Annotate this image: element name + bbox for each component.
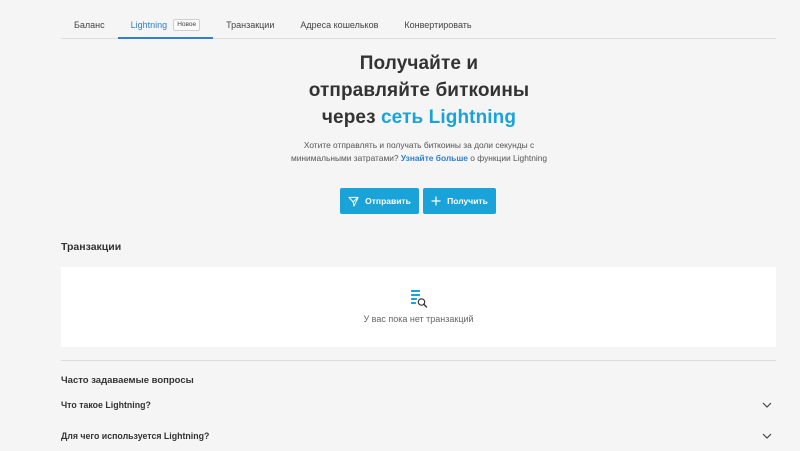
faq-title: Часто задаваемые вопросы [61, 375, 194, 386]
new-badge: Новое [173, 19, 201, 31]
learn-more-link[interactable]: Узнайте больше [401, 153, 468, 163]
empty-transactions-icon [411, 290, 428, 308]
hero-title-line: через сеть Lightning [250, 104, 588, 131]
hero-title-prefix: через [321, 107, 381, 128]
tab-label: Адреса кошельков [300, 20, 379, 30]
tab-label: Конвертировать [404, 20, 472, 30]
receive-button[interactable]: Получить [423, 188, 496, 214]
empty-transactions-text: У вас пока нет транзакций [363, 314, 474, 324]
transactions-title: Транзакции [61, 241, 122, 253]
hero-description: Хотите отправлять и получать биткоины за… [289, 139, 549, 165]
section-divider [61, 360, 776, 361]
faq-item[interactable]: Что такое Lightning? [61, 395, 776, 415]
faq-question: Что такое Lightning? [61, 400, 151, 410]
faq-item[interactable]: Для чего используется Lightning? [61, 426, 776, 446]
hero-title-accent: сеть Lightning [381, 107, 517, 128]
plus-icon [431, 196, 441, 206]
hero-title-line: Получайте и [359, 53, 479, 74]
tab-balance[interactable]: Баланс [61, 12, 118, 39]
tab-label: Транзакции [226, 20, 275, 30]
chevron-down-icon [762, 402, 772, 408]
tab-transactions[interactable]: Транзакции [213, 12, 287, 39]
receive-button-label: Получить [447, 196, 488, 206]
tab-wallet-addresses[interactable]: Адреса кошельков [287, 12, 391, 39]
send-button-label: Отправить [365, 196, 411, 206]
hero-desc-text: о функции Lightning [467, 153, 548, 163]
lightning-page: Баланс Lightning Новое Транзакции Адреса… [0, 0, 800, 451]
hero-section: Получайте и отправляйте биткоины через с… [250, 50, 588, 165]
transactions-card: У вас пока нет транзакций [61, 267, 776, 347]
hero-title: Получайте и отправляйте биткоины через с… [250, 50, 588, 131]
send-icon [348, 196, 359, 207]
tab-lightning[interactable]: Lightning Новое [117, 12, 214, 39]
hero-title-line: отправляйте биткоины [308, 80, 530, 101]
faq-question: Для чего используется Lightning? [61, 431, 210, 441]
tab-label: Lightning [130, 20, 168, 30]
tab-convert[interactable]: Конвертировать [391, 12, 484, 39]
send-button[interactable]: Отправить [340, 188, 419, 214]
chevron-down-icon [762, 433, 772, 439]
tab-bar: Баланс Lightning Новое Транзакции Адреса… [61, 12, 776, 39]
tab-label: Баланс [74, 20, 105, 30]
